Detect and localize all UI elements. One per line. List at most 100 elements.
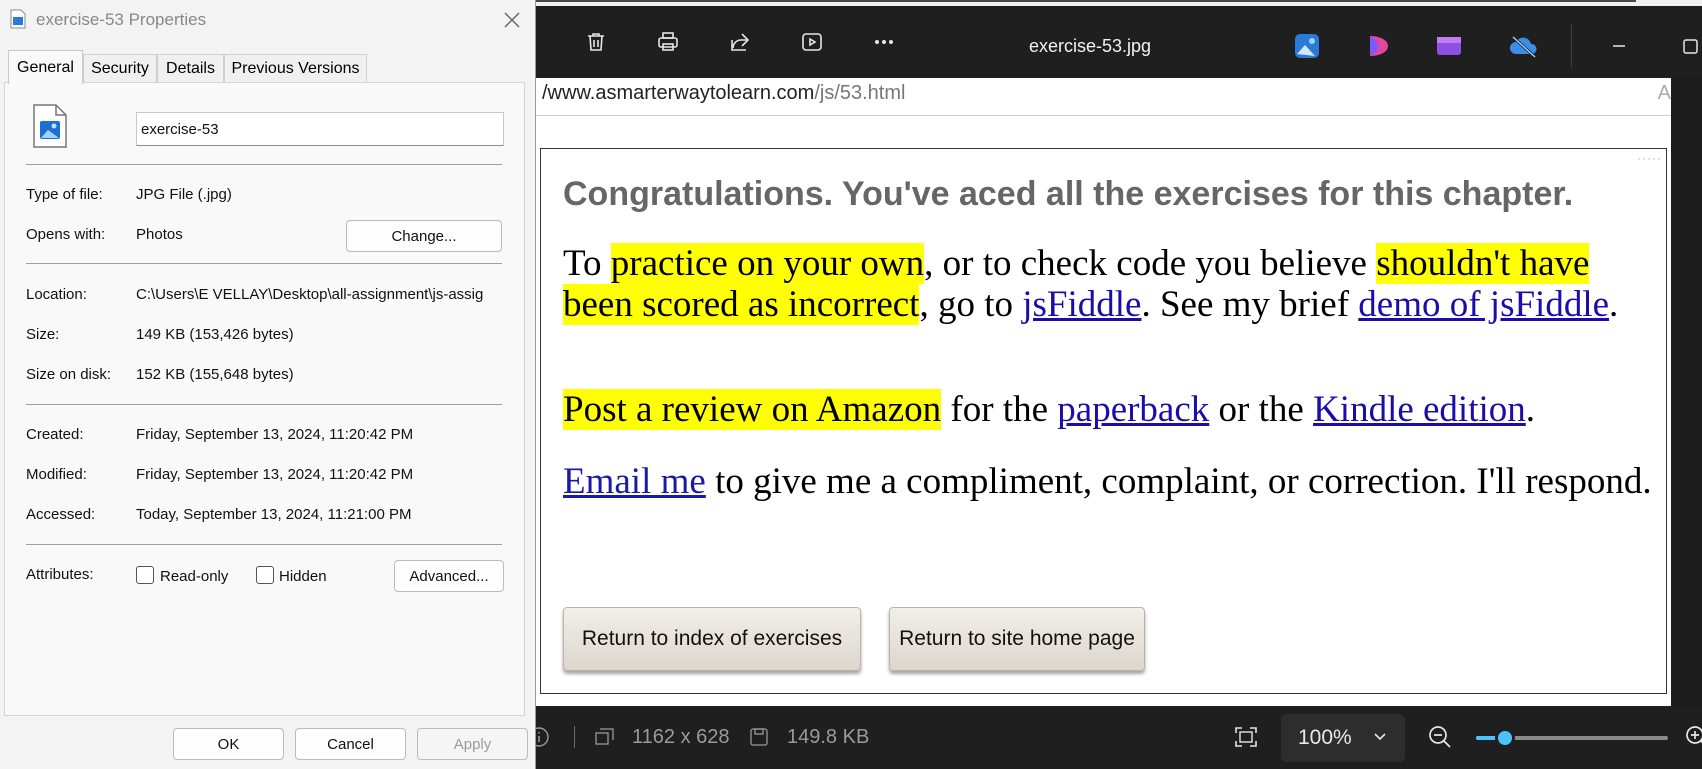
hidden-checkbox[interactable] <box>256 566 274 584</box>
attributes-label: Attributes: <box>26 566 94 583</box>
separator <box>26 404 502 405</box>
resize-dots: ····· <box>1637 151 1662 165</box>
zoom-slider[interactable] <box>1476 728 1668 748</box>
zoom-dropdown[interactable]: 100% <box>1281 714 1405 762</box>
separator <box>26 164 502 165</box>
size-on-disk-label: Size on disk: <box>26 366 112 383</box>
slideshow-icon <box>802 33 822 51</box>
demo-jsfiddle-link[interactable]: demo of jsFiddle <box>1358 284 1609 325</box>
delete-button[interactable] <box>578 24 614 60</box>
zoom-in-icon[interactable] <box>1684 724 1702 750</box>
accessed-label: Accessed: <box>26 506 96 523</box>
ok-button[interactable]: OK <box>173 728 284 760</box>
size-value: 149 KB (153,426 bytes) <box>136 326 294 343</box>
jpg-file-icon <box>33 104 67 148</box>
file-size: 149.8 KB <box>787 726 870 748</box>
opens-with-label: Opens with: <box>26 226 106 243</box>
highlight-practice: practice on your own <box>610 243 925 284</box>
size-label: Size: <box>26 326 60 343</box>
modified-label: Modified: <box>26 466 87 483</box>
text-span: . See my brief <box>1141 284 1359 325</box>
video-editor-icon[interactable] <box>1435 32 1463 60</box>
fit-to-window-icon[interactable] <box>1233 725 1259 749</box>
dimensions-icon <box>595 728 614 745</box>
text-span: . <box>1609 284 1619 325</box>
created-label: Created: <box>26 426 84 443</box>
kindle-edition-link[interactable]: Kindle edition <box>1313 389 1526 430</box>
text-span: To <box>563 243 611 284</box>
chevron-down-icon <box>1374 733 1386 741</box>
zoom-out-icon[interactable] <box>1427 724 1453 750</box>
zoom-slider-thumb[interactable] <box>1494 728 1515 748</box>
modified-value: Friday, September 13, 2024, 11:20:42 PM <box>136 466 414 483</box>
cancel-button[interactable]: Cancel <box>295 728 406 760</box>
text-span: . <box>1525 389 1536 430</box>
hidden-label: Hidden <box>279 568 327 585</box>
return-home-button[interactable]: Return to site home page <box>889 607 1145 671</box>
url-path: /js/53.html <box>814 82 906 104</box>
text-span: , or to check code you believe <box>924 243 1377 284</box>
general-panel <box>4 82 525 716</box>
photos-app-icon[interactable] <box>1293 32 1321 60</box>
opens-with-value: Photos <box>136 226 183 243</box>
save-disk-icon <box>750 728 768 746</box>
text-span: , go to <box>919 284 1023 325</box>
tab-previous-versions[interactable]: Previous Versions <box>224 54 367 83</box>
more-options-button[interactable] <box>866 24 902 60</box>
jsfiddle-link[interactable]: jsFiddle <box>1022 284 1141 325</box>
slideshow-button[interactable] <box>794 24 830 60</box>
separator <box>26 263 502 264</box>
info-icon[interactable] <box>536 726 550 748</box>
zoom-value: 100% <box>1298 726 1352 749</box>
share-button[interactable] <box>722 24 758 60</box>
dialog-title: exercise-53 Properties <box>36 10 207 29</box>
created-value: Friday, September 13, 2024, 11:20:42 PM <box>136 426 414 443</box>
viewer-toolbar: exercise-53.jpg <box>536 6 1702 78</box>
type-label: Type of file: <box>26 186 103 203</box>
accessed-value: Today, September 13, 2024, 11:21:00 PM <box>136 506 412 523</box>
photos-viewer-window: exercise-53.jpg /www.asmarterwaytolearn.… <box>536 0 1702 769</box>
change-button[interactable]: Change... <box>346 220 502 252</box>
clipchamp-icon[interactable] <box>1364 32 1392 60</box>
properties-dialog: exercise-53 Properties General Security … <box>0 0 536 769</box>
separator <box>26 544 502 545</box>
location-value: C:\Users\E VELLAY\Desktop\all-assignment… <box>136 286 484 303</box>
highlight-review: Post a review on Amazon <box>563 389 942 430</box>
image-canvas[interactable]: /www.asmarterwaytolearn.com/js/53.html A… <box>536 78 1671 706</box>
text-span: for the <box>941 389 1058 430</box>
maximize-icon[interactable] <box>1676 32 1702 60</box>
file-name-input[interactable] <box>136 112 504 146</box>
tab-details[interactable]: Details <box>157 54 224 83</box>
image-file-icon <box>10 9 26 29</box>
advanced-button[interactable]: Advanced... <box>394 560 504 592</box>
email-me-link[interactable]: Email me <box>563 461 706 502</box>
size-on-disk-value: 152 KB (155,648 bytes) <box>136 366 294 383</box>
toolbar-divider <box>1571 24 1572 68</box>
image-url-bar: /www.asmarterwaytolearn.com/js/53.html A <box>536 78 1671 116</box>
viewer-status-bar: 1162 x 628 149.8 KB 100% <box>536 706 1702 769</box>
review-paragraph: Post a review on Amazon for the paperbac… <box>563 389 1653 430</box>
text-span: or the <box>1209 389 1314 430</box>
readonly-checkbox[interactable] <box>136 566 154 584</box>
share-icon <box>731 33 750 51</box>
status-divider <box>574 726 575 748</box>
return-index-button[interactable]: Return to index of exercises <box>563 607 861 671</box>
tab-general[interactable]: General <box>8 50 83 84</box>
paperback-link[interactable]: paperback <box>1057 389 1209 430</box>
tab-security[interactable]: Security <box>83 54 157 83</box>
congrats-heading: Congratulations. You've aced all the exe… <box>563 175 1574 213</box>
text-span: to give me a compliment, complaint, or c… <box>705 461 1652 502</box>
apply-button[interactable]: Apply <box>417 728 528 760</box>
url-right-text: A <box>1657 82 1671 104</box>
print-button[interactable] <box>650 24 686 60</box>
image-dimensions: 1162 x 628 <box>632 726 730 748</box>
minimize-icon[interactable] <box>1605 32 1633 60</box>
practice-paragraph: To practice on your own, or to check cod… <box>563 243 1653 325</box>
close-icon[interactable] <box>500 8 524 32</box>
type-value: JPG File (.jpg) <box>136 186 232 203</box>
location-label: Location: <box>26 286 87 303</box>
onedrive-icon[interactable] <box>1508 32 1540 60</box>
web-page-content: ····· Congratulations. You've aced all t… <box>540 148 1667 694</box>
print-icon <box>658 32 678 51</box>
dialog-titlebar: exercise-53 Properties <box>0 0 535 40</box>
